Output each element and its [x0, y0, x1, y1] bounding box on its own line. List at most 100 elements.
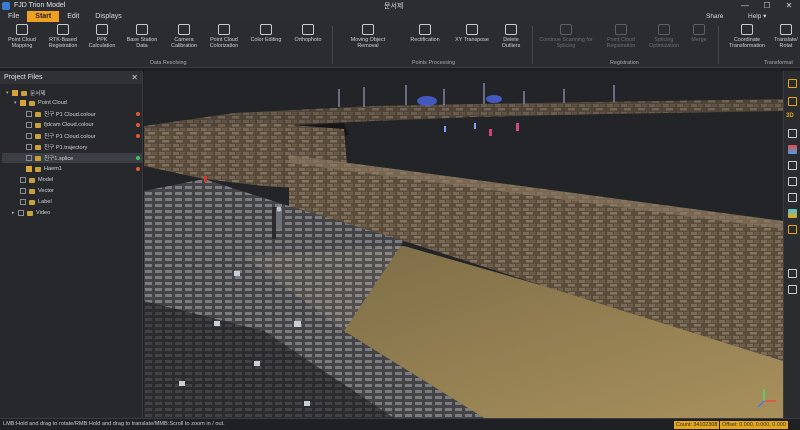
- folder-icon[interactable]: [788, 97, 797, 106]
- help-button[interactable]: Help ▾: [748, 11, 766, 22]
- merge-button[interactable]: Merge: [686, 24, 712, 58]
- status-dot: [136, 167, 140, 171]
- tree-item-trajectory[interactable]: 친구 P1.trajectory: [26, 142, 143, 152]
- splicing-optimization-button[interactable]: Splicing Optimization: [644, 24, 684, 58]
- continue-scanning-button[interactable]: Continue Scanning for Splicing: [536, 24, 596, 58]
- group-label-transformation: Transformat: [764, 60, 793, 66]
- tree-item-label[interactable]: Label: [20, 197, 143, 207]
- tree-item-vector[interactable]: Vector: [20, 186, 143, 196]
- point-count: Count: 34102308: [674, 421, 720, 429]
- point-cloud-mapping-button[interactable]: Point Cloud Mapping: [2, 24, 42, 58]
- project-files-panel: Project Files ✕ ▾ 문서제 ▾ Point Cloud 친구 P…: [0, 71, 143, 418]
- tree-item-haem[interactable]: Haem1: [26, 164, 143, 174]
- minimize-button[interactable]: —: [734, 0, 756, 11]
- base-station-data-button[interactable]: Base Station Data: [122, 24, 162, 58]
- color-edit-icon: [260, 24, 272, 35]
- point-cloud-registration-button[interactable]: Point Cloud Registration: [600, 24, 642, 58]
- menu-displays[interactable]: Displays: [87, 11, 129, 22]
- rtk-based-registration-button[interactable]: RTK-Based Registration: [43, 24, 83, 58]
- point-cloud-colorization-button[interactable]: Point Cloud Colorization: [204, 24, 244, 58]
- tree-item-model[interactable]: Model: [20, 175, 143, 185]
- status-dot: [136, 134, 140, 138]
- title-bar: FJD Trion Model 문서제 — ☐ ✕: [0, 0, 800, 11]
- rectification-icon: [419, 24, 431, 35]
- color-editing-button[interactable]: Color Editing: [246, 24, 286, 58]
- app-title: FJD Trion Model: [14, 2, 66, 9]
- status-bar: LMB:Hold and drag to rotate/RMB:Hold and…: [0, 418, 800, 430]
- splicing-icon: [658, 24, 670, 35]
- filter-icon[interactable]: [788, 193, 797, 202]
- checkbox[interactable]: [26, 166, 32, 172]
- checkbox[interactable]: [26, 111, 32, 117]
- splice-icon: [35, 155, 41, 161]
- tree-item-splice[interactable]: 친구1.splice: [2, 153, 143, 163]
- merge-icon: [693, 24, 705, 35]
- point-cloud-scene[interactable]: [144, 71, 783, 418]
- gradient-icon[interactable]: [788, 209, 797, 218]
- orthophoto-button[interactable]: Orthophoto: [290, 24, 326, 58]
- rectification-button[interactable]: Rectification: [404, 24, 446, 58]
- tree-item-video[interactable]: ▸ Video: [12, 208, 143, 218]
- 3d-viewport[interactable]: [144, 71, 783, 418]
- tree-item-cloud-2[interactable]: fjdcam Cloud.colour: [26, 120, 143, 130]
- palette-icon: [218, 24, 230, 35]
- translate-rotate-button[interactable]: Translate/Rotat: [772, 24, 800, 58]
- menu-bar: File Start Edit Displays Share Help ▾: [0, 11, 800, 22]
- checkbox[interactable]: [12, 90, 18, 96]
- group-label-registration: Registration: [610, 60, 639, 66]
- group-label-points-processing: Points Processing: [412, 60, 456, 66]
- folder-icon: [21, 90, 27, 96]
- moving-object-removal-button[interactable]: Moving Object Removal: [344, 24, 392, 58]
- tree-item-cloud-1[interactable]: 친구 P1 Cloud.colour: [26, 109, 143, 119]
- ppk-calculation-button[interactable]: PPK Calculation: [84, 24, 120, 58]
- render-icon[interactable]: [788, 161, 797, 170]
- checkbox[interactable]: [20, 100, 26, 106]
- panel-close-icon[interactable]: ✕: [131, 73, 138, 82]
- 3d-view-icon[interactable]: 3D: [786, 113, 798, 122]
- coordinate-transformation-button[interactable]: Coordinate Transformation: [724, 24, 770, 58]
- grid-icon[interactable]: [788, 269, 797, 278]
- menu-start[interactable]: Start: [27, 11, 60, 22]
- crop-icon[interactable]: [788, 285, 797, 294]
- close-button[interactable]: ✕: [778, 0, 800, 11]
- person-figure: [276, 206, 282, 229]
- tree-item-cloud-3[interactable]: 친구 P1 Cloud.colour: [26, 131, 143, 141]
- tree-item-point-cloud[interactable]: ▾ Point Cloud: [14, 98, 142, 108]
- camera-calibration-button[interactable]: Camera Calibration: [164, 24, 204, 58]
- group-label-data-resolving: Data Resolving: [150, 60, 187, 66]
- status-hint: LMB:Hold and drag to rotate/RMB:Hold and…: [3, 421, 225, 427]
- cloud-file-icon: [35, 122, 41, 128]
- box-icon[interactable]: [788, 225, 797, 234]
- translate-rotate-icon: [780, 24, 792, 35]
- ribbon-separator: [532, 26, 533, 64]
- checkbox[interactable]: [20, 177, 26, 183]
- right-toolbar: 3D: [783, 71, 800, 418]
- checkbox[interactable]: [26, 122, 32, 128]
- checkbox[interactable]: [26, 155, 32, 161]
- ribbon-toolbar: Point Cloud Mapping RTK-Based Registration…: [0, 22, 800, 68]
- xy-transpose-button[interactable]: XY Transpose: [451, 24, 493, 58]
- checkbox[interactable]: [20, 188, 26, 194]
- coordinate-icon: [741, 24, 753, 35]
- section-icon[interactable]: [788, 177, 797, 186]
- maximize-button[interactable]: ☐: [756, 0, 778, 11]
- continue-scan-icon: [560, 24, 572, 35]
- checkbox[interactable]: [26, 144, 32, 150]
- palette-icon[interactable]: [788, 145, 797, 154]
- checkbox[interactable]: [26, 133, 32, 139]
- registration-icon: [615, 24, 627, 35]
- checkbox[interactable]: [18, 210, 24, 216]
- ribbon-separator: [718, 26, 719, 64]
- menu-edit[interactable]: Edit: [59, 11, 87, 22]
- ribbon-separator: [332, 26, 333, 64]
- folder-icon: [29, 177, 35, 183]
- tree-item-project[interactable]: ▾ 문서제: [6, 88, 142, 98]
- delete-outliers-button[interactable]: Delete Outliers: [494, 24, 528, 58]
- red-marker: [204, 176, 207, 182]
- moving-object-icon: [362, 24, 374, 35]
- share-button[interactable]: Share: [706, 11, 723, 22]
- menu-file[interactable]: File: [0, 11, 27, 22]
- layers-icon[interactable]: [788, 79, 797, 88]
- measure-icon[interactable]: [788, 129, 797, 138]
- checkbox[interactable]: [20, 199, 26, 205]
